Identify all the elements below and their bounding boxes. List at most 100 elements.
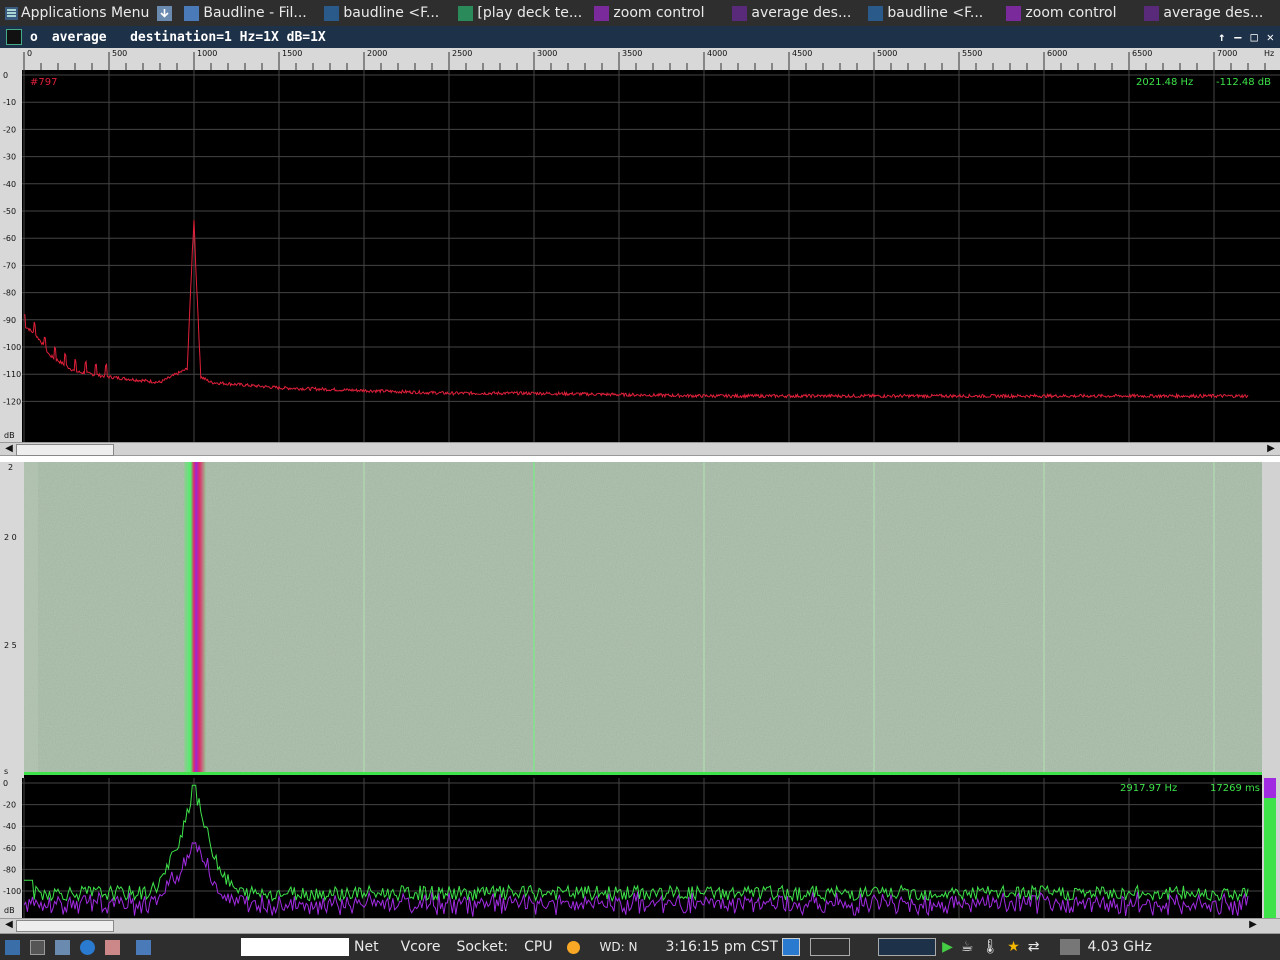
bottom-spectrum-y-tick: -80 — [3, 865, 16, 874]
ruler-tick-label: 1000 — [197, 49, 218, 58]
taskbar-task-2[interactable]: [play deck te... — [452, 0, 588, 26]
zoom-icon — [594, 5, 610, 21]
bottom-spectrum-y-tick: 0 — [3, 779, 8, 788]
average-icon — [732, 5, 748, 21]
tray-play-icon[interactable]: ▶ — [942, 939, 953, 955]
baudline-icon — [868, 5, 884, 21]
waterfall-vertical-scrollbar[interactable] — [1262, 462, 1280, 778]
spectrum-y-tick: -10 — [3, 98, 16, 107]
close-icon[interactable]: ✕ — [1267, 30, 1274, 44]
ruler-tick-label: 2500 — [452, 49, 473, 58]
taskbar-task-6[interactable]: zoom control — [1000, 0, 1138, 26]
bottom-spectrum-y-tick: -40 — [3, 822, 16, 831]
folder-icon[interactable] — [136, 939, 151, 955]
ruler-unit: Hz — [1264, 49, 1275, 58]
waterfall-spectrogram[interactable]: 2 2 0 2 5 s — [0, 462, 1280, 778]
ruler-tick-label: 6000 — [1047, 49, 1068, 58]
waterfall-time-axis — [0, 462, 24, 778]
settings-icon[interactable] — [105, 939, 120, 955]
waterfall-time-tick: 2 — [8, 463, 13, 472]
scroll-right-icon[interactable]: ▶ — [1264, 443, 1278, 455]
file-manager-icon[interactable] — [55, 939, 70, 955]
scroll-left-icon[interactable]: ◀ — [2, 443, 16, 455]
top-taskbar: Applications Menu Baudline - Fil... baudl… — [0, 0, 1280, 26]
tray-star-icon[interactable]: ★ — [1007, 939, 1020, 955]
spectrum-y-tick: -30 — [3, 153, 16, 162]
window-menu-marker[interactable]: o — [30, 30, 38, 45]
tray-workspace-icon[interactable] — [810, 938, 851, 956]
terminal-icon[interactable] — [30, 939, 45, 955]
minimize-icon[interactable]: – — [1234, 30, 1241, 44]
spectrum-graph[interactable]: 0 -10 -20 -30 -40 -50 -60 -70 -80 -90 -100 -110 -120… — [0, 70, 1280, 442]
window-title: average destination=1 Hz=1X dB=1X — [51, 29, 326, 45]
taskbar-task-label: zoom control — [1025, 5, 1117, 21]
taskbar-task-1[interactable]: baudline <F... — [318, 0, 452, 26]
waterfall-peak-trace — [184, 462, 206, 774]
ruler-tick-label: 6500 — [1132, 49, 1153, 58]
bottom-spectrum-y-tick: -100 — [3, 887, 21, 896]
web-browser-icon[interactable] — [80, 939, 95, 955]
tray-browser-icon[interactable] — [782, 938, 801, 956]
bottom-spectrum-graph[interactable]: 0 -20 -40 -60 -80 -100 dB 2917.97 Hz 17269 ms — [0, 778, 1280, 918]
horizontal-scrollbar-top[interactable]: ◀ ▶ — [0, 442, 1280, 456]
cpu-label: CPU — [524, 939, 553, 955]
socket-label: Socket: — [456, 939, 509, 955]
ruler-tick-label: 1500 — [282, 49, 303, 58]
vcore-label: Vcore — [400, 939, 441, 955]
applications-menu-button[interactable]: Applications Menu — [0, 0, 155, 26]
window-app-icon — [6, 29, 22, 45]
taskbar-task-0[interactable]: Baudline - Fil... — [178, 0, 318, 26]
wd-label: WD: N — [599, 940, 638, 954]
scroll-right-icon[interactable]: ▶ — [1246, 919, 1260, 931]
tray-network-icon[interactable]: ⇄ — [1028, 939, 1040, 955]
taskbar-task-label: Baudline - Fil... — [203, 5, 307, 21]
net-graph — [241, 938, 349, 956]
clock[interactable]: 3:16:15 pm CST — [665, 939, 778, 955]
bottom-cursor-freq: 2917.97 Hz — [1120, 783, 1177, 794]
taskbar-task-5[interactable]: baudline <F... — [862, 0, 1000, 26]
scroll-left-icon[interactable]: ◀ — [2, 919, 16, 931]
taskbar-task-7[interactable]: average des... — [1138, 0, 1278, 26]
window-title-bar[interactable]: o average destination=1 Hz=1X dB=1X ↑ – … — [0, 26, 1280, 48]
tray-window-icon[interactable] — [878, 938, 937, 956]
spectrum-cursor-freq: 2021.48 Hz — [1136, 77, 1193, 88]
taskbar-task-3[interactable]: zoom control — [588, 0, 726, 26]
ruler-tick-label: 5500 — [962, 49, 983, 58]
spectrum-y-tick: -80 — [3, 289, 16, 298]
raise-icon[interactable]: ↑ — [1218, 30, 1225, 44]
task-list: Baudline - Fil... baudline <F... [play dec… — [178, 0, 1278, 26]
show-desktop-icon[interactable] — [5, 939, 20, 955]
bottom-spectrum-y-tick: -20 — [3, 801, 16, 810]
ruler-tick-label: 500 — [112, 49, 128, 58]
taskbar-task-4[interactable]: average des... — [726, 0, 862, 26]
spectrum-y-tick: -70 — [3, 261, 16, 270]
ruler-tick-label: 0 — [27, 49, 33, 58]
bottom-spectrum-y-tick: -60 — [3, 844, 16, 853]
tray-coffee-icon[interactable]: ☕ — [961, 939, 974, 955]
download-icon[interactable] — [157, 5, 173, 21]
applications-menu-label: Applications Menu — [21, 5, 150, 21]
folder-icon — [184, 5, 200, 21]
maximize-icon[interactable]: □ — [1251, 30, 1258, 44]
spectrum-y-tick: -40 — [3, 180, 16, 189]
taskbar-task-label: baudline <F... — [343, 5, 440, 21]
spectrum-y-tick: -110 — [3, 370, 21, 379]
tray-temperature-icon[interactable]: 🌡 — [981, 939, 999, 955]
spectrum-y-tick: -90 — [3, 316, 16, 325]
frequency-ruler[interactable]: 0 500 1000 1500 2000 2500 3000 3500 4000 4500 5000… — [0, 48, 1280, 71]
spectrum-y-tick: -60 — [3, 234, 16, 243]
waterfall-time-tick: 2 0 — [4, 533, 17, 542]
scrollbar-thumb-bottom[interactable] — [16, 920, 114, 932]
taskbar-task-label: zoom control — [613, 5, 705, 21]
ruler-tick-label: 4000 — [707, 49, 728, 58]
spectrum-cursor-db: -112.48 dB — [1216, 77, 1271, 88]
taskbar-task-label: average des... — [1163, 5, 1264, 21]
ruler-tick-label: 4500 — [792, 49, 813, 58]
scrollbar-thumb-top[interactable] — [16, 444, 114, 456]
horizontal-scrollbar-bottom[interactable]: ◀ ▶ — [0, 918, 1280, 934]
cpu-freq-label: 4.03 GHz — [1087, 939, 1152, 955]
spectrum-y-tick: 0 — [3, 71, 8, 80]
waterfall-time-tick: 2 5 — [4, 641, 17, 650]
ruler-tick-label: 7000 — [1217, 49, 1238, 58]
ruler-tick-label: 5000 — [877, 49, 898, 58]
